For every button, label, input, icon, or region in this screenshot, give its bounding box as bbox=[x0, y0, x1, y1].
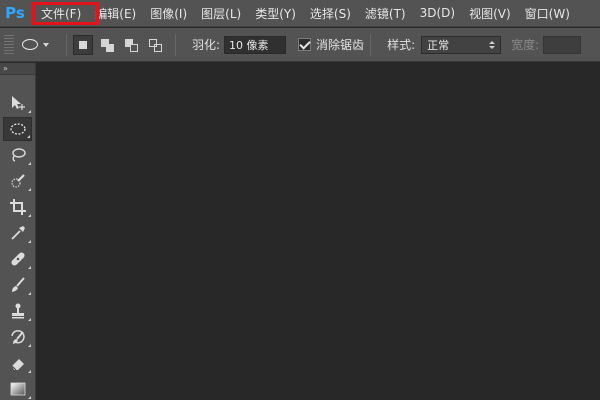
intersect-selection-icon-part bbox=[154, 43, 162, 52]
clone-stamp-icon bbox=[11, 303, 24, 319]
elliptical-marquee-icon bbox=[9, 123, 26, 135]
subtract-from-selection-button[interactable] bbox=[121, 35, 141, 55]
divider bbox=[66, 33, 67, 56]
lasso-tool[interactable] bbox=[3, 143, 32, 167]
menu-file[interactable]: 文件(F) bbox=[34, 0, 88, 27]
subtract-from-selection-icon-part bbox=[130, 43, 138, 52]
healing-brush-tool[interactable] bbox=[3, 247, 32, 271]
menu-image[interactable]: 图像(I) bbox=[143, 0, 194, 27]
feather-label: 羽化: bbox=[192, 38, 221, 52]
tools-panel-collapse[interactable]: » bbox=[0, 63, 35, 75]
new-selection-icon bbox=[79, 40, 87, 49]
menu-bar: Ps 文件(F) 编辑(E) 图像(I) 图层(L) 类型(Y) 选择(S) 滤… bbox=[0, 0, 600, 27]
menu-layer[interactable]: 图层(L) bbox=[194, 0, 248, 27]
style-select[interactable]: 正常 bbox=[421, 35, 502, 54]
menu-3d[interactable]: 3D(D) bbox=[413, 0, 462, 27]
eraser-tool[interactable] bbox=[3, 351, 32, 375]
menu-type[interactable]: 类型(Y) bbox=[248, 0, 303, 27]
crop-tool[interactable] bbox=[3, 195, 32, 219]
history-brush-tool[interactable] bbox=[3, 325, 32, 349]
gradient-icon bbox=[10, 382, 25, 396]
eyedropper-tool[interactable] bbox=[3, 221, 32, 245]
new-selection-button[interactable] bbox=[73, 34, 93, 55]
healing-brush-icon bbox=[10, 252, 25, 266]
document-workspace[interactable] bbox=[37, 63, 600, 400]
divider bbox=[370, 33, 372, 56]
move-icon bbox=[11, 96, 25, 110]
lasso-icon bbox=[11, 148, 26, 162]
feather-input[interactable]: 10 像素 bbox=[224, 35, 287, 54]
elliptical-marquee-icon bbox=[22, 39, 38, 50]
tools-panel: » bbox=[0, 63, 36, 400]
options-bar: 羽化: 10 像素 消除锯齿 样式: 正常 宽度: bbox=[0, 28, 600, 62]
brush-icon bbox=[11, 277, 25, 292]
style-label: 样式: bbox=[387, 38, 416, 52]
divider bbox=[175, 33, 176, 56]
menu-edit[interactable]: 编辑(E) bbox=[88, 0, 143, 27]
add-to-selection-icon-part bbox=[106, 43, 114, 52]
eyedropper-icon bbox=[10, 226, 25, 240]
antialias-checkbox[interactable] bbox=[298, 38, 312, 51]
menu-window[interactable]: 窗口(W) bbox=[518, 0, 577, 27]
quick-selection-tool[interactable] bbox=[3, 169, 32, 193]
menu-filter[interactable]: 滤镜(T) bbox=[358, 0, 413, 27]
elliptical-marquee-tool[interactable] bbox=[3, 117, 32, 141]
updown-arrows-icon bbox=[489, 40, 496, 49]
width-input[interactable] bbox=[543, 35, 582, 54]
clone-stamp-tool[interactable] bbox=[3, 299, 32, 323]
antialias-label: 消除锯齿 bbox=[316, 38, 365, 52]
brush-tool[interactable] bbox=[3, 273, 32, 297]
options-bar-grip[interactable] bbox=[4, 34, 14, 55]
menu-view[interactable]: 视图(V) bbox=[462, 0, 518, 27]
add-to-selection-button[interactable] bbox=[97, 35, 117, 55]
crop-icon bbox=[9, 199, 26, 215]
move-tool[interactable] bbox=[3, 91, 32, 115]
intersect-selection-button[interactable] bbox=[145, 35, 165, 55]
gradient-tool[interactable] bbox=[3, 377, 32, 400]
photoshop-logo: Ps bbox=[5, 4, 25, 22]
eraser-icon bbox=[11, 359, 24, 371]
tool-preset-picker[interactable] bbox=[22, 34, 60, 56]
quick-selection-icon bbox=[10, 174, 25, 188]
menu-select[interactable]: 选择(S) bbox=[303, 0, 358, 27]
history-brush-icon bbox=[10, 330, 25, 344]
width-label: 宽度: bbox=[511, 38, 540, 52]
style-select-value: 正常 bbox=[427, 38, 450, 52]
chevron-down-icon bbox=[43, 42, 49, 47]
